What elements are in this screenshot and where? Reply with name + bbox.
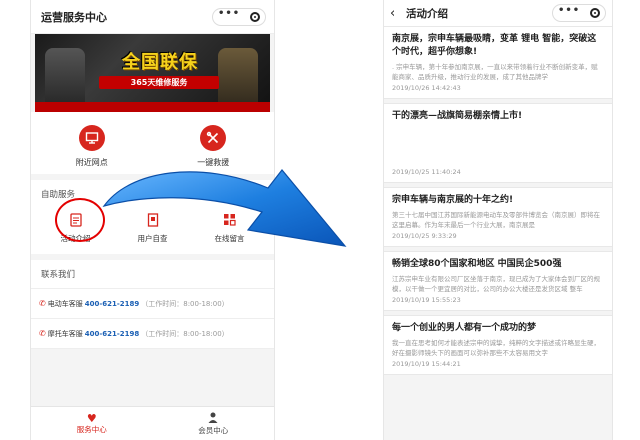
document-icon [69,212,83,227]
contact-row-motorcycle[interactable]: ✆ 摩托车客服 400-621-2198 （工作时间：8:00-18:00） [31,319,274,349]
grid-icon [223,213,237,227]
article-excerpt: 我一直在思考如何才能表述宗申的诚挚，纯粹的文字描述或许略显生硬，好在摄影师镜头下… [392,339,600,357]
promo-banner[interactable]: 全国联保 365天维修服务 [35,34,270,112]
article-title: 每一个创业的男人都有一个成功的梦 [392,323,537,333]
phone-icon: ✆ [39,299,46,308]
quick-link-rescue[interactable]: 一键救援 [173,124,253,168]
contact-hours: （工作时间：8:00-18:00） [141,299,229,308]
article-card[interactable]: 南京展，宗申车辆最吸睛，变革 锂电 智能，突破这个时代，超乎你想象! . 宗申车… [384,26,612,99]
target-circle-icon[interactable] [590,8,601,18]
article-excerpt: 江苏宗申车业有限公司厂区坐落于南京，现已成为了大家体会到厂区的规模，以干做一个更… [392,275,600,293]
service-label: 活动介绍 [60,233,91,243]
article-card[interactable]: 畅销全球80个国家和地区 中国民企500强 江苏宗申车业有限公司厂区坐落于南京，… [384,251,612,311]
nav-bar: ‹ 活动介绍 ••• [384,0,612,26]
contact-hours: （工作时间：8:00-18:00） [141,329,229,338]
activity-intro-screen: ‹ 活动介绍 ••• 南京展，宗申车辆最吸睛，变革 锂电 智能，突破这个时代，超… [383,0,613,440]
article-title: 南京展，宗申车辆最吸睛，变革 锂电 智能，突破这个时代，超乎你想象! [392,34,597,57]
article-date: 2019/10/19 15:55:23 [392,296,461,304]
article-excerpt: . 宗申车辆，第十年参加南京展，一直以来带领着行业不断创新变革，赋能商家、品质升… [392,63,598,81]
file-icon [146,212,160,227]
miniapp-capsule: ••• [552,4,606,22]
tab-label: 会员中心 [198,425,229,435]
contact-heading: 联系我们 [31,260,274,289]
heart-icon: ♥ [86,411,97,425]
tools-icon [200,124,227,151]
more-menu-icon[interactable]: ••• [218,9,240,19]
article-card[interactable]: 干的漂亮—战旗简易棚亲情上市! 2019/10/25 11:40:24 [384,103,612,183]
miniapp-capsule: ••• [212,7,266,26]
quick-link-nearby-outlets[interactable]: 附近网点 [52,124,132,168]
target-circle-icon[interactable] [250,11,261,22]
self-service-heading: 自助服务 [31,180,274,202]
article-card[interactable]: 每一个创业的男人都有一个成功的梦 我一直在思考如何才能表述宗申的诚挚，纯粹的文字… [384,315,612,375]
tab-label: 服务中心 [76,424,107,434]
banner-main-text: 全国联保 [122,52,198,73]
service-online-message[interactable]: 在线留言 [200,213,260,244]
quick-link-label: 一键救援 [197,157,230,167]
article-date: 2019/10/25 9:33:29 [392,232,457,240]
contact-label: 摩托车客服 [47,329,83,338]
contact-number[interactable]: 400-621-2189 [85,300,140,308]
article-title: 干的漂亮—战旗简易棚亲情上市! [392,111,523,121]
screenshot-stage: 运营服务中心 ••• 全国联保 365天维修服务 附近网点 一键救援 自助服务 … [0,0,640,440]
quick-link-label: 附近网点 [75,157,108,167]
service-label: 在线留言 [214,233,245,243]
contact-row-ebike[interactable]: ✆ 电动车客服 400-621-2189 （工作时间：8:00-18:00） [31,289,274,319]
banner-sub-text: 365天维修服务 [99,76,219,89]
phone-icon: ✆ [39,329,46,338]
service-user-check[interactable]: 用户自查 [123,212,183,244]
tab-service-center[interactable]: ♥ 服务中心 [31,407,153,440]
article-title: 宗申车辆与南京展的十年之约! [392,195,514,205]
tab-member-center[interactable]: 会员中心 [153,407,275,440]
self-service-grid: 活动介绍 用户自查 在线留言 [31,202,274,254]
chevron-left-icon[interactable]: ‹ [390,7,404,20]
contact-label: 电动车客服 [47,299,83,308]
monitor-icon [78,124,105,151]
article-date: 2019/10/19 15:44:21 [392,360,461,368]
article-date: 2019/10/26 14:42:43 [392,84,461,92]
bottom-tab-bar: ♥ 服务中心 会员中心 [31,406,274,440]
article-excerpt [392,126,604,166]
quick-links: 附近网点 一键救援 [31,112,274,174]
article-title: 畅销全球80个国家和地区 中国民企500强 [392,259,562,269]
service-activity-intro[interactable]: 活动介绍 [46,212,106,244]
article-card[interactable]: 宗申车辆与南京展的十年之约! 第三十七届中国江苏国际新能源电动车及零部件博览会（… [384,187,612,247]
nav-bar: 运营服务中心 ••• [31,0,274,34]
contact-number[interactable]: 400-621-2198 [85,330,140,338]
article-date: 2019/10/25 11:40:24 [392,168,461,176]
service-label: 用户自查 [137,233,168,243]
banner-red-bar [35,102,270,112]
article-excerpt: 第三十七届中国江苏国际新能源电动车及零部件博览会（南京展）即将在这里启幕。作为年… [392,211,600,229]
person-icon [208,412,218,425]
service-center-screen: 运营服务中心 ••• 全国联保 365天维修服务 附近网点 一键救援 自助服务 … [30,0,275,440]
page-title: 活动介绍 [406,7,448,20]
page-title: 运营服务中心 [41,10,107,24]
more-menu-icon[interactable]: ••• [558,5,580,16]
